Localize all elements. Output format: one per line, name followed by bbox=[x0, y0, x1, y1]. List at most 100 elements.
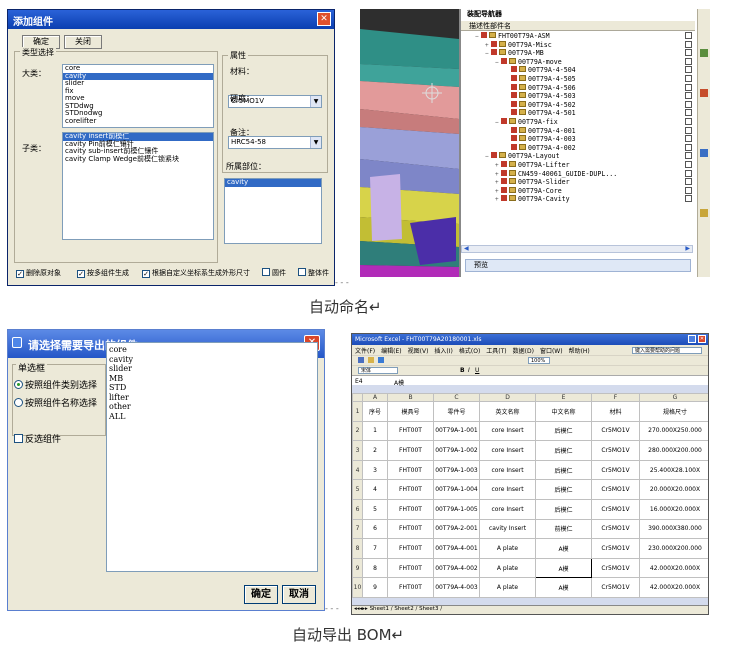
checkbox-icon[interactable]: ✓ bbox=[77, 270, 85, 278]
table-cell[interactable]: A plate bbox=[479, 557, 536, 579]
chevron-down-icon[interactable]: ▼ bbox=[310, 96, 321, 107]
tree-node[interactable]: +00T79A-Lifter bbox=[495, 161, 570, 169]
checkbox-icon[interactable]: ✓ bbox=[142, 270, 150, 278]
checkmark-icon[interactable] bbox=[511, 143, 517, 150]
checkmark-icon[interactable] bbox=[501, 186, 507, 193]
component-type-item[interactable]: cavity bbox=[109, 355, 315, 365]
component-type-item[interactable]: slider bbox=[109, 364, 315, 374]
load-status-icon[interactable] bbox=[685, 152, 692, 160]
header-cell[interactable]: 序号 bbox=[362, 401, 388, 422]
table-cell[interactable]: Cr5MO1V bbox=[591, 538, 640, 559]
header-cell[interactable]: 规格尺寸 bbox=[639, 401, 708, 422]
load-status-icon[interactable] bbox=[685, 126, 692, 134]
tool-icon[interactable] bbox=[700, 209, 708, 217]
table-cell[interactable]: 00T79A-1-001 bbox=[433, 420, 480, 442]
table-cell[interactable]: 00T79A-4-002 bbox=[433, 557, 480, 579]
table-cell[interactable]: 后模仁 bbox=[535, 498, 592, 520]
table-cell[interactable]: 前模仁 bbox=[535, 518, 592, 540]
row-number[interactable]: 9 bbox=[352, 557, 363, 579]
column-letter[interactable]: D bbox=[479, 393, 536, 402]
table-cell[interactable]: FHT00T bbox=[387, 440, 434, 461]
checkbox-icon[interactable] bbox=[14, 434, 23, 443]
tree-node[interactable]: +00T79A-Slider bbox=[495, 178, 570, 186]
tree-node[interactable]: 00T79A-4-502 bbox=[505, 100, 576, 109]
row-number[interactable]: 4 bbox=[352, 459, 363, 481]
menu-item[interactable]: 窗口(W) bbox=[540, 348, 563, 355]
radio-by-name[interactable]: 按照组件名称选择 bbox=[14, 396, 97, 409]
corner-cell[interactable] bbox=[352, 393, 363, 402]
close-icon[interactable]: ✕ bbox=[698, 335, 706, 343]
tree-node[interactable]: −00T79A-Layout bbox=[485, 152, 560, 160]
table-cell[interactable]: 00T79A-4-003 bbox=[433, 577, 480, 598]
table-cell[interactable]: 00T79A-1-005 bbox=[433, 498, 480, 520]
column-letter[interactable]: B bbox=[387, 393, 434, 402]
category-item[interactable]: cavity bbox=[63, 72, 213, 80]
location-item[interactable]: cavity bbox=[225, 179, 321, 187]
row-number[interactable]: 1 bbox=[352, 401, 363, 422]
component-type-item[interactable]: other bbox=[109, 402, 315, 412]
load-status-icon[interactable] bbox=[685, 161, 692, 168]
table-cell[interactable]: 20.000X20.000X bbox=[639, 479, 708, 500]
tool-icon[interactable] bbox=[700, 89, 708, 97]
column-header[interactable]: 描述性部件名 bbox=[461, 21, 695, 31]
load-status-icon[interactable] bbox=[685, 40, 692, 48]
underline-icon[interactable]: U bbox=[475, 367, 479, 374]
tree-node[interactable]: 00T79A-4-003 bbox=[505, 135, 576, 143]
cad-viewport[interactable] bbox=[360, 9, 459, 277]
tree-node[interactable]: −00T79A-move bbox=[495, 57, 562, 66]
table-cell[interactable]: 7 bbox=[362, 538, 388, 559]
tree-node[interactable]: 00T79A-4-503 bbox=[505, 92, 576, 100]
checkmark-icon[interactable] bbox=[501, 169, 507, 176]
header-cell[interactable]: 材料 bbox=[591, 401, 640, 422]
tree-node[interactable]: 00T79A-4-001 bbox=[505, 126, 576, 135]
component-type-item[interactable]: ALL bbox=[109, 412, 315, 422]
load-status-icon[interactable] bbox=[685, 49, 692, 57]
load-status-icon[interactable] bbox=[685, 143, 692, 151]
table-cell[interactable]: FHT00T bbox=[387, 479, 434, 500]
close-button[interactable]: 关闭 bbox=[64, 35, 102, 49]
table-cell[interactable]: core Insert bbox=[479, 479, 536, 500]
header-cell[interactable]: 中文名称 bbox=[535, 401, 592, 422]
table-cell[interactable]: FHT00T bbox=[387, 420, 434, 442]
checkmark-icon[interactable] bbox=[511, 92, 517, 99]
table-cell[interactable]: FHT00T bbox=[387, 498, 434, 520]
menu-item[interactable]: 插入(I) bbox=[434, 348, 452, 355]
radio-icon[interactable] bbox=[14, 380, 23, 389]
table-cell[interactable]: 42.000X20.000X bbox=[639, 577, 708, 598]
checkbox-icon[interactable]: ✓ bbox=[16, 270, 24, 278]
name-box[interactable]: E4 bbox=[355, 378, 377, 385]
formula-content[interactable]: A模 bbox=[394, 378, 404, 387]
checkmark-icon[interactable] bbox=[501, 57, 507, 64]
checkmark-icon[interactable] bbox=[511, 100, 517, 107]
load-status-icon[interactable] bbox=[685, 66, 692, 74]
table-cell[interactable]: Cr5MO1V bbox=[591, 498, 640, 520]
table-cell[interactable]: 00T79A-1-002 bbox=[433, 440, 480, 461]
scroll-left-icon[interactable]: ◀ bbox=[464, 245, 469, 252]
delete-original-check[interactable]: ✓ 删除原对象 bbox=[16, 268, 61, 278]
header-cell[interactable]: 英文名称 bbox=[479, 401, 536, 422]
table-cell[interactable]: 16.000X20.000X bbox=[639, 498, 708, 520]
table-cell[interactable]: core Insert bbox=[479, 459, 536, 481]
load-status-icon[interactable] bbox=[685, 83, 692, 91]
multi-component-check[interactable]: ✓ 按多组件生成 bbox=[77, 268, 129, 278]
table-cell[interactable]: FHT00T bbox=[387, 577, 434, 598]
table-cell[interactable]: A模 bbox=[535, 557, 592, 579]
new-icon[interactable] bbox=[358, 357, 364, 363]
load-status-icon[interactable] bbox=[685, 178, 692, 186]
location-list[interactable]: cavity bbox=[224, 178, 322, 244]
table-cell[interactable]: FHT00T bbox=[387, 518, 434, 540]
checkmark-icon[interactable] bbox=[511, 135, 517, 142]
column-letter[interactable]: G bbox=[639, 393, 708, 402]
custom-csys-check[interactable]: ✓ 根据自定义坐标系生成外形尺寸 bbox=[142, 268, 250, 278]
row-number[interactable]: 8 bbox=[352, 538, 363, 559]
component-type-item[interactable]: STD bbox=[109, 383, 315, 393]
tree-node[interactable]: − FHT00T79A-ASM bbox=[475, 32, 550, 40]
checkmark-icon[interactable] bbox=[491, 40, 497, 47]
component-type-item[interactable]: lifter bbox=[109, 393, 315, 403]
ok-button[interactable]: 确定 bbox=[244, 585, 278, 604]
table-cell[interactable]: 390.000X380.000 bbox=[639, 518, 708, 540]
zoom-select[interactable]: 100% bbox=[528, 357, 550, 364]
menu-item[interactable]: 帮助(H) bbox=[569, 348, 590, 355]
checkmark-icon[interactable] bbox=[511, 83, 517, 90]
table-cell[interactable]: A模 bbox=[535, 577, 592, 598]
